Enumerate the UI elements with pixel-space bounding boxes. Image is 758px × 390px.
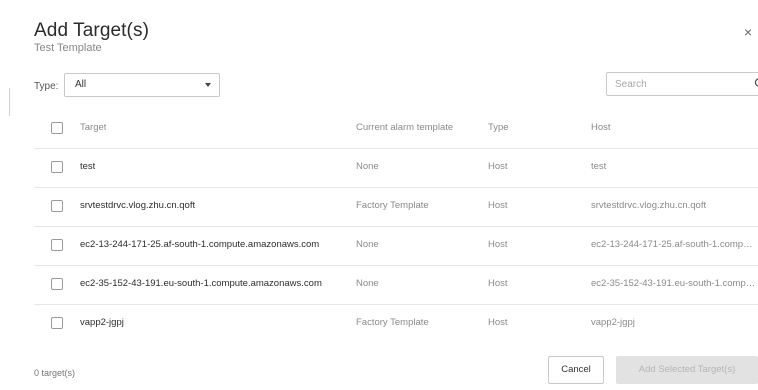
table-row[interactable]: test None Host test (34, 149, 758, 188)
search-input[interactable] (615, 76, 745, 92)
column-header-host[interactable]: Host (591, 122, 758, 133)
target-cell: vapp2-jgpj (80, 317, 124, 328)
type-cell: Host (488, 161, 508, 172)
host-cell: vapp2-jgpj (591, 317, 635, 328)
alarm-template-cell: Factory Template (356, 317, 429, 328)
row-checkbox[interactable] (51, 239, 63, 251)
type-cell: Host (488, 239, 508, 250)
target-cell: srvtestdrvc.vlog.zhu.cn.qoft (80, 200, 196, 211)
type-cell: Host (488, 317, 508, 328)
table-row[interactable]: ec2-13-244-171-25.af-south-1.compute.ama… (34, 227, 758, 266)
host-cell: srvtestdrvc.vlog.zhu.cn.qoft (591, 200, 707, 211)
alarm-template-cell: Factory Template (356, 200, 429, 211)
row-checkbox[interactable] (51, 278, 63, 290)
table-row[interactable]: vapp2-jgpj Factory Template Host vapp2-j… (34, 305, 758, 343)
row-checkbox[interactable] (51, 161, 63, 173)
add-selected-targets-button[interactable]: Add Selected Target(s) (616, 356, 758, 384)
column-header-type[interactable]: Type (488, 122, 509, 133)
table-row[interactable]: srvtestdrvc.vlog.zhu.cn.qoft Factory Tem… (34, 188, 758, 227)
table-header-row: Target Current alarm template Type Host (34, 110, 758, 149)
close-icon[interactable]: × (744, 24, 758, 40)
target-cell: ec2-35-152-43-191.eu-south-1.compute.ama… (80, 278, 322, 289)
type-cell: Host (488, 278, 508, 289)
table-row[interactable]: ec2-35-152-43-191.eu-south-1.compute.ama… (34, 266, 758, 305)
column-header-alarm-template[interactable]: Current alarm template (356, 122, 453, 133)
host-cell: ec2-13-244-171-25.af-south-1.comp… (591, 239, 753, 250)
type-filter-value: All (75, 79, 87, 90)
chevron-down-icon (205, 83, 211, 87)
column-header-target[interactable]: Target (80, 122, 106, 133)
type-filter-select[interactable]: All (64, 73, 220, 97)
search-icon[interactable] (754, 77, 758, 91)
dialog-subtitle: Test Template (34, 42, 102, 54)
row-checkbox[interactable] (51, 317, 63, 329)
left-edge-divider (9, 88, 10, 116)
target-cell: test (80, 161, 96, 172)
host-cell: test (591, 161, 607, 172)
dialog-title: Add Target(s) (34, 20, 150, 41)
row-checkbox[interactable] (51, 200, 63, 212)
type-filter-label: Type: (34, 81, 59, 92)
search-box[interactable] (606, 72, 758, 96)
alarm-template-cell: None (356, 278, 379, 289)
type-cell: Host (488, 200, 508, 211)
selected-count: 0 target(s) (34, 368, 76, 378)
host-cell: ec2-35-152-43-191.eu-south-1.comp… (591, 278, 756, 289)
alarm-template-cell: None (356, 239, 379, 250)
alarm-template-cell: None (356, 161, 379, 172)
select-all-checkbox[interactable] (51, 122, 63, 134)
target-cell: ec2-13-244-171-25.af-south-1.compute.ama… (80, 239, 320, 250)
cancel-button[interactable]: Cancel (548, 356, 604, 384)
targets-table: Target Current alarm template Type Host … (34, 110, 758, 343)
